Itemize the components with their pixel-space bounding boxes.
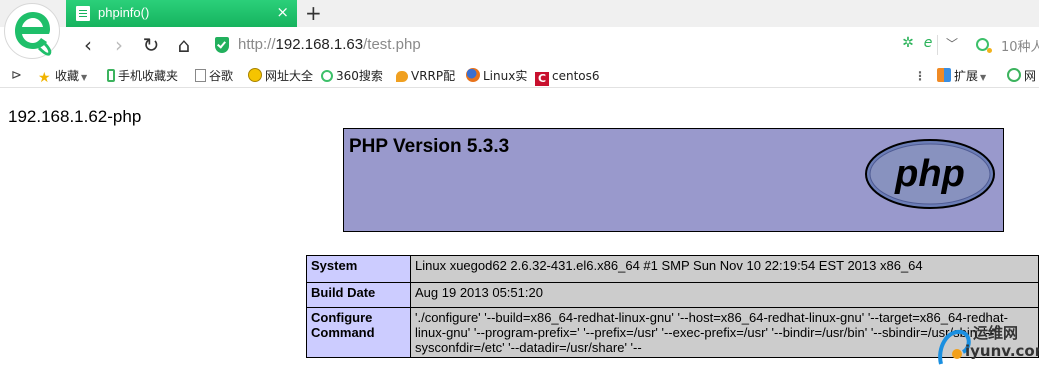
bookmark-favorites[interactable]: ★ 收藏 ▼ (38, 67, 87, 85)
bookmark-label: 手机收藏夹 (118, 69, 179, 83)
browser-logo[interactable] (4, 3, 60, 59)
tab-strip: phpinfo() × + (0, 0, 1039, 27)
extensions-button[interactable]: 扩展 ▼ (937, 67, 986, 85)
bookmark-centos6[interactable]: Ccentos6 (535, 67, 600, 86)
globe-icon (248, 68, 262, 82)
page-icon (195, 69, 206, 82)
sidebar-toggle-icon[interactable]: ⊳ (11, 67, 22, 85)
address-field[interactable]: http://192.168.1.63/test.php (238, 36, 421, 53)
360-browser-e-icon (15, 12, 52, 56)
bookmark-web-directory[interactable]: 网址大全 (248, 67, 313, 85)
watermark-en: iyunv.com (965, 342, 1039, 360)
c-icon: C (535, 72, 549, 86)
tab-title: phpinfo() (98, 5, 150, 20)
bookmark-label: 谷歌 (209, 69, 234, 83)
row-value: Linux xuegod62 2.6.32-431.el6.x86_64 #1 … (410, 255, 1039, 283)
bookmark-label: 360搜索 (336, 69, 383, 83)
bookmark-label: VRRP配 (411, 69, 456, 83)
url-path: /test.php (363, 36, 421, 53)
bookmark-label: 网址大全 (265, 69, 314, 83)
server-note: 192.168.1.62-php (8, 107, 142, 126)
bookmark-label: 网 (1024, 69, 1037, 83)
table-row: Build Date Aug 19 2013 05:51:20 (306, 282, 1039, 308)
search-engine-icon[interactable] (976, 38, 992, 53)
extensions-icon (937, 68, 951, 82)
php-logo-text: php (894, 153, 965, 195)
row-value: Aug 19 2013 05:51:20 (410, 282, 1039, 308)
forward-button[interactable]: › (107, 33, 131, 57)
row-key: Build Date (306, 282, 411, 308)
bookmark-360-search[interactable]: 360搜索 (321, 67, 383, 85)
php-version-title: PHP Version 5.3.3 (349, 136, 510, 157)
bookmark-overflow[interactable]: 网 (1007, 67, 1036, 85)
divider (937, 35, 938, 55)
more-icon[interactable]: ⋮ (914, 67, 926, 85)
bookmark-vrrp[interactable]: VRRP配 (396, 67, 455, 85)
bookmark-linux[interactable]: Linux实 (466, 67, 527, 85)
chevron-down-icon[interactable]: ﹀ (944, 36, 960, 52)
bookmark-label: Linux实 (483, 69, 528, 83)
close-icon[interactable]: × (276, 3, 289, 21)
bookmark-label: centos6 (552, 69, 600, 83)
row-key: Configure Command (306, 307, 411, 358)
leaf-icon (396, 71, 408, 82)
search360-icon (321, 70, 333, 82)
shield-icon (1007, 68, 1021, 82)
phone-icon (107, 69, 115, 82)
php-logo-icon[interactable]: php (864, 138, 996, 210)
security-shield-icon[interactable] (215, 37, 229, 53)
url-host: 192.168.1.63 (275, 36, 364, 53)
extensions-label: 扩展 (954, 69, 979, 83)
firefox-icon (466, 68, 480, 82)
bookmark-google[interactable]: 谷歌 (195, 67, 233, 85)
watermark: 运维网 iyunv.com (935, 318, 1039, 366)
bookmark-label: 收藏 (55, 69, 80, 83)
star-icon: ★ (38, 70, 51, 86)
back-button[interactable]: ‹ (76, 33, 100, 57)
php-version-header: PHP Version 5.3.3 php (343, 128, 1004, 232)
search-input[interactable]: 10种人 (1001, 36, 1039, 55)
url-scheme: http:// (238, 36, 276, 53)
home-button[interactable]: ⌂ (172, 33, 196, 57)
table-row: System Linux xuegod62 2.6.32-431.el6.x86… (306, 255, 1039, 283)
accelerate-icon[interactable]: ✲ (900, 35, 916, 51)
bookmarks-bar: ⊳ ★ 收藏 ▼ 手机收藏夹 谷歌 网址大全 360搜索 VRRP配 Linux实 … (0, 63, 1039, 88)
tab-phpinfo[interactable]: phpinfo() × (66, 0, 297, 27)
chevron-down-icon: ▼ (81, 73, 88, 82)
row-key: System (306, 255, 411, 283)
table-row: Configure Command './configure' '--build… (306, 307, 1039, 358)
new-tab-button[interactable]: + (305, 1, 322, 25)
bookmark-mobile[interactable]: 手机收藏夹 (107, 67, 178, 85)
navigation-bar: ‹ › ↻ ⌂ http://192.168.1.63/test.php ✲ e… (0, 27, 1039, 63)
page-icon (76, 6, 90, 21)
chevron-down-icon: ▼ (980, 73, 987, 82)
browser-mode-icon[interactable]: e (920, 35, 936, 51)
phpinfo-table: System Linux xuegod62 2.6.32-431.el6.x86… (306, 255, 1039, 358)
reload-button[interactable]: ↻ (139, 33, 163, 57)
watermark-cn: 运维网 (973, 324, 1019, 342)
